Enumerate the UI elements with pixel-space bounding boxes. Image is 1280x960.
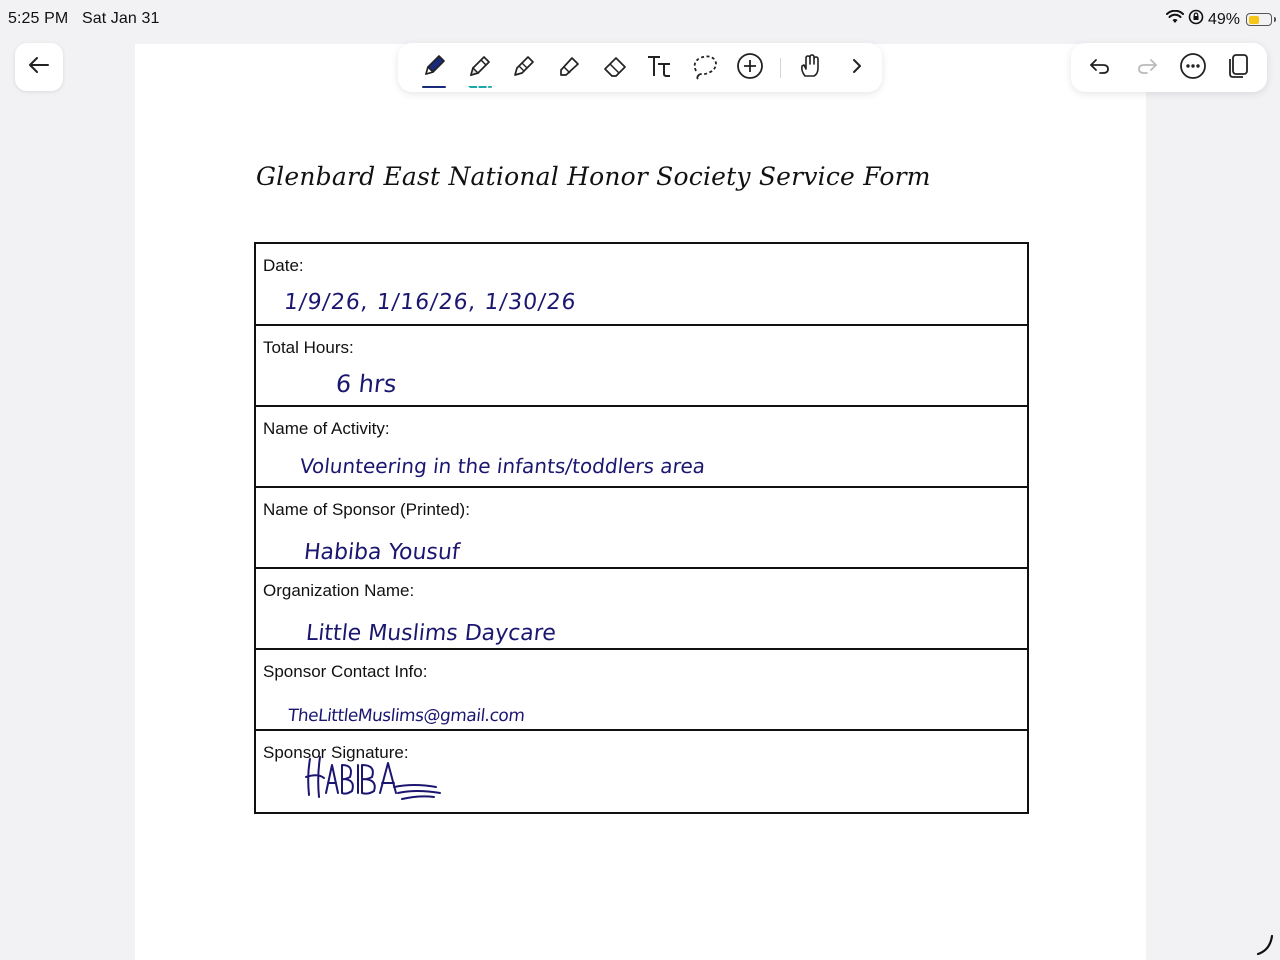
form-row-total-hours: Total Hours: 6 hrs [256, 324, 1027, 407]
date-value: 1/9/26, 1/16/26, 1/30/26 [282, 290, 578, 315]
pages-button[interactable] [1219, 49, 1257, 87]
status-time: 5:25 PM Sat Jan 31 [8, 10, 159, 28]
status-bar: 5:25 PM Sat Jan 31 49% [0, 0, 1280, 36]
status-icons: 49% [1165, 9, 1276, 30]
date-label: Date: [263, 256, 304, 275]
lasso-icon [690, 52, 720, 85]
fountain-pen-icon [510, 52, 538, 85]
form-row-contact: Sponsor Contact Info: TheLittleMuslims@g… [256, 648, 1027, 731]
eraser-tool[interactable] [596, 49, 634, 87]
contact-value: TheLittleMuslims@gmail.com [286, 706, 526, 726]
pencil-color-indicator [468, 86, 492, 88]
form-row-organization: Organization Name: Little Muslims Daycar… [256, 567, 1027, 650]
orientation-lock-icon [1188, 9, 1204, 30]
touch-tool[interactable] [791, 49, 829, 87]
toolbar-divider [780, 58, 781, 78]
pages-icon [1225, 52, 1251, 85]
form-row-date: Date: 1/9/26, 1/16/26, 1/30/26 [256, 244, 1027, 326]
battery-tip [1273, 17, 1276, 22]
pen-tool[interactable] [415, 49, 453, 88]
undo-button[interactable] [1081, 49, 1119, 87]
drawing-toolbar [398, 43, 882, 92]
text-tool[interactable] [641, 49, 679, 87]
back-button[interactable] [15, 43, 63, 91]
highlighter-tool[interactable] [550, 49, 588, 87]
add-tool[interactable] [731, 49, 769, 87]
lasso-tool[interactable] [686, 49, 724, 87]
battery-fill [1248, 15, 1259, 24]
pencil-tool[interactable] [461, 49, 499, 88]
right-toolbar [1071, 43, 1267, 92]
time-text: 5:25 PM [8, 10, 69, 27]
arrow-left-icon [28, 56, 50, 79]
form-title: Glenbard East National Honor Society Ser… [256, 162, 931, 191]
undo-icon [1088, 56, 1112, 81]
highlighter-icon [555, 52, 583, 85]
eraser-icon [601, 52, 629, 85]
chevron-right-icon [850, 57, 864, 80]
service-form-table: Date: 1/9/26, 1/16/26, 1/30/26 Total Hou… [254, 242, 1029, 814]
battery-percent: 49% [1207, 10, 1240, 28]
redo-button[interactable] [1128, 49, 1166, 87]
activity-value: Volunteering in the infants/toddlers are… [298, 454, 707, 478]
form-row-activity: Name of Activity: Volunteering in the in… [256, 405, 1027, 488]
sponsor-name-label: Name of Sponsor (Printed): [263, 500, 470, 519]
form-row-sponsor-name: Name of Sponsor (Printed): Habiba Yousuf [256, 486, 1027, 569]
redo-icon [1135, 56, 1159, 81]
more-tools-button[interactable] [838, 49, 876, 87]
organization-value: Little Muslims Daycare [304, 621, 558, 646]
sponsor-name-value: Habiba Yousuf [302, 540, 461, 565]
date-text: Sat Jan 31 [81, 10, 160, 27]
total-hours-label: Total Hours: [263, 338, 354, 357]
sponsor-signature [305, 756, 441, 800]
form-row-signature: Sponsor Signature: [256, 729, 1027, 812]
hand-icon [796, 52, 824, 85]
organization-label: Organization Name: [263, 581, 415, 600]
battery-icon [1246, 13, 1276, 26]
text-icon [645, 52, 675, 85]
page-curl-mark [1256, 934, 1274, 956]
total-hours-value: 6 hrs [334, 370, 398, 398]
ellipsis-circle-icon [1178, 51, 1208, 86]
more-options-button[interactable] [1174, 49, 1212, 87]
pen-icon [420, 52, 448, 85]
pencil-icon [466, 52, 494, 85]
contact-label: Sponsor Contact Info: [263, 662, 428, 681]
pen-selected-indicator [422, 86, 446, 88]
fountain-pen-tool[interactable] [505, 49, 543, 87]
activity-label: Name of Activity: [263, 419, 390, 438]
plus-circle-icon [735, 51, 765, 86]
wifi-icon [1165, 9, 1184, 29]
